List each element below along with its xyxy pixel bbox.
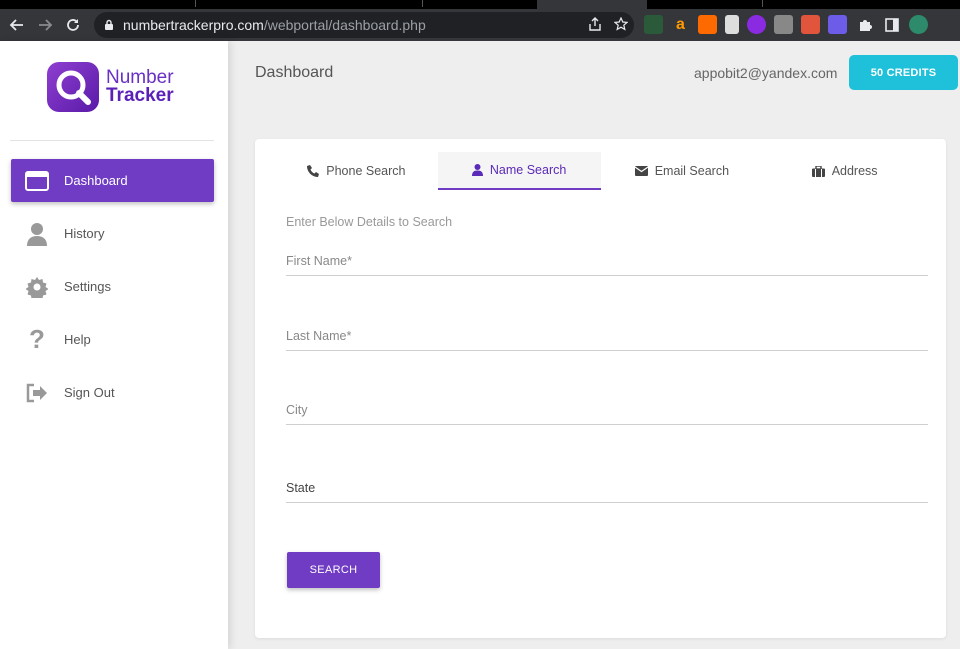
sidebar-item-label: History: [64, 226, 105, 241]
forward-button[interactable]: [31, 11, 59, 39]
amazon-extension-icon[interactable]: a: [671, 15, 690, 34]
camera-extension-icon[interactable]: [774, 15, 793, 34]
city-label: City: [286, 403, 308, 417]
search-card: Phone Search Name Search Email Search Ad…: [255, 139, 946, 638]
extension-icon[interactable]: [747, 15, 766, 34]
extension-icon[interactable]: [644, 15, 663, 34]
tab-separator: [762, 0, 763, 7]
browser-tab[interactable]: [537, 0, 647, 9]
first-name-label: First Name*: [286, 254, 352, 268]
person-icon: [23, 220, 51, 248]
sidepanel-icon[interactable]: [882, 15, 901, 34]
back-button[interactable]: [3, 11, 31, 39]
reload-button[interactable]: [59, 11, 87, 39]
extension-icon[interactable]: [725, 15, 739, 34]
sidebar-divider: [10, 140, 214, 141]
puzzle-icon[interactable]: [855, 15, 874, 34]
browser-toolbar: numbertrackerpro.com/webportal/dashboard…: [0, 9, 960, 41]
app-logo[interactable]: Number Tracker: [47, 62, 174, 112]
sidebar: Number Tracker Dashboard History Setting…: [0, 41, 228, 649]
state-select[interactable]: State: [286, 479, 928, 503]
phone-icon: [307, 165, 320, 177]
browser-tab-strip: [0, 0, 960, 9]
first-name-field[interactable]: First Name*: [286, 252, 928, 276]
user-email: appobit2@yandex.com: [694, 65, 838, 81]
arrow-left-icon: [9, 19, 23, 31]
question-icon: ?: [29, 324, 45, 354]
extension-icon[interactable]: [828, 15, 847, 34]
sign-out-icon: [23, 379, 51, 407]
sidebar-item-label: Help: [64, 332, 91, 347]
briefcase-icon: [811, 165, 825, 177]
share-icon[interactable]: [588, 17, 602, 31]
gear-icon: [23, 273, 51, 301]
arrow-right-icon: [39, 19, 53, 31]
address-bar[interactable]: numbertrackerpro.com/webportal/dashboard…: [94, 12, 634, 38]
chart-extension-icon[interactable]: [698, 15, 717, 34]
tab-address[interactable]: Address: [763, 152, 926, 190]
star-icon[interactable]: [614, 17, 628, 31]
search-button[interactable]: SEARCH: [287, 552, 380, 588]
person-icon: [471, 164, 483, 176]
sidebar-item-history[interactable]: History: [11, 212, 214, 255]
sidebar-item-label: Settings: [64, 279, 111, 294]
lock-icon: [105, 19, 113, 30]
extensions-bar: a: [644, 15, 928, 34]
logo-mark: [47, 62, 99, 112]
logo-line-2: Tracker: [106, 85, 174, 106]
magnifier-icon: [56, 70, 91, 105]
tab-name-search[interactable]: Name Search: [437, 152, 601, 190]
sidebar-item-label: Dashboard: [64, 173, 128, 188]
sidebar-item-sign-out[interactable]: Sign Out: [11, 371, 214, 414]
tab-separator: [195, 0, 196, 7]
avatar[interactable]: [909, 15, 928, 34]
sidebar-item-help[interactable]: ? Help: [11, 318, 214, 361]
search-tabs: Phone Search Name Search Email Search Ad…: [275, 152, 926, 190]
extension-icon[interactable]: [801, 15, 820, 34]
envelope-icon: [634, 166, 648, 176]
last-name-field[interactable]: Last Name*: [286, 327, 928, 351]
reload-icon: [67, 19, 79, 31]
tab-email-search[interactable]: Email Search: [601, 152, 764, 190]
state-label: State: [286, 481, 316, 495]
tab-separator: [422, 0, 423, 7]
url-path: /webportal/dashboard.php: [263, 17, 426, 33]
tab-label: Name Search: [489, 163, 567, 177]
sidebar-item-settings[interactable]: Settings: [11, 265, 214, 308]
tab-label: Email Search: [654, 164, 730, 178]
sidebar-item-label: Sign Out: [64, 385, 115, 400]
page-title: Dashboard: [255, 64, 334, 81]
city-field[interactable]: City: [286, 401, 928, 425]
form-hint: Enter Below Details to Search: [286, 215, 453, 229]
tab-label: Address: [831, 164, 878, 178]
dashboard-icon: [23, 167, 51, 195]
last-name-label: Last Name*: [286, 329, 352, 343]
url-host: numbertrackerpro.com: [123, 17, 264, 33]
sidebar-item-dashboard[interactable]: Dashboard: [11, 159, 214, 202]
tab-label: Phone Search: [326, 164, 406, 178]
credits-button[interactable]: 50 CREDITS: [849, 55, 958, 90]
tab-phone-search[interactable]: Phone Search: [275, 152, 438, 190]
